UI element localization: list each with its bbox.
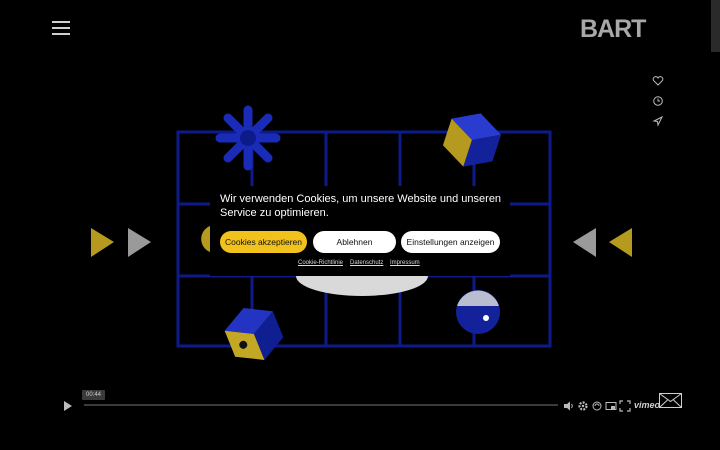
cookie-policy-link[interactable]: Cookie-Richtlinie	[298, 260, 343, 266]
volume-icon[interactable]	[563, 399, 575, 411]
accept-cookies-button[interactable]: Cookies akzeptieren	[220, 231, 307, 253]
pip-icon[interactable]	[605, 399, 617, 411]
privacy-link[interactable]: Datenschutz	[350, 260, 383, 266]
fullscreen-icon[interactable]	[619, 399, 631, 412]
cookie-message: Wir verwenden Cookies, um unsere Website…	[220, 193, 502, 219]
time-badge: 00:44	[82, 390, 106, 400]
vimeo-logo[interactable]: vimeo	[634, 400, 660, 410]
mail-icon[interactable]	[659, 393, 682, 408]
play-icon[interactable]	[63, 399, 73, 411]
imprint-link[interactable]: Impressum	[390, 260, 420, 266]
airplay-icon[interactable]	[591, 399, 603, 411]
bart-logo[interactable]: BART	[580, 16, 661, 40]
svg-text:BART: BART	[580, 16, 646, 40]
scrollbar[interactable]	[711, 0, 720, 52]
settings-icon[interactable]	[577, 399, 589, 411]
cookie-settings-button[interactable]: Einstellungen anzeigen	[401, 231, 500, 253]
send-icon[interactable]	[652, 114, 664, 127]
menu-button[interactable]	[52, 21, 70, 35]
clock-icon[interactable]	[652, 94, 664, 106]
heart-icon[interactable]	[652, 74, 664, 86]
progress-bar[interactable]	[84, 404, 558, 406]
reject-cookies-button[interactable]: Ablehnen	[313, 231, 396, 253]
hamburger-menu-icon	[52, 21, 70, 23]
